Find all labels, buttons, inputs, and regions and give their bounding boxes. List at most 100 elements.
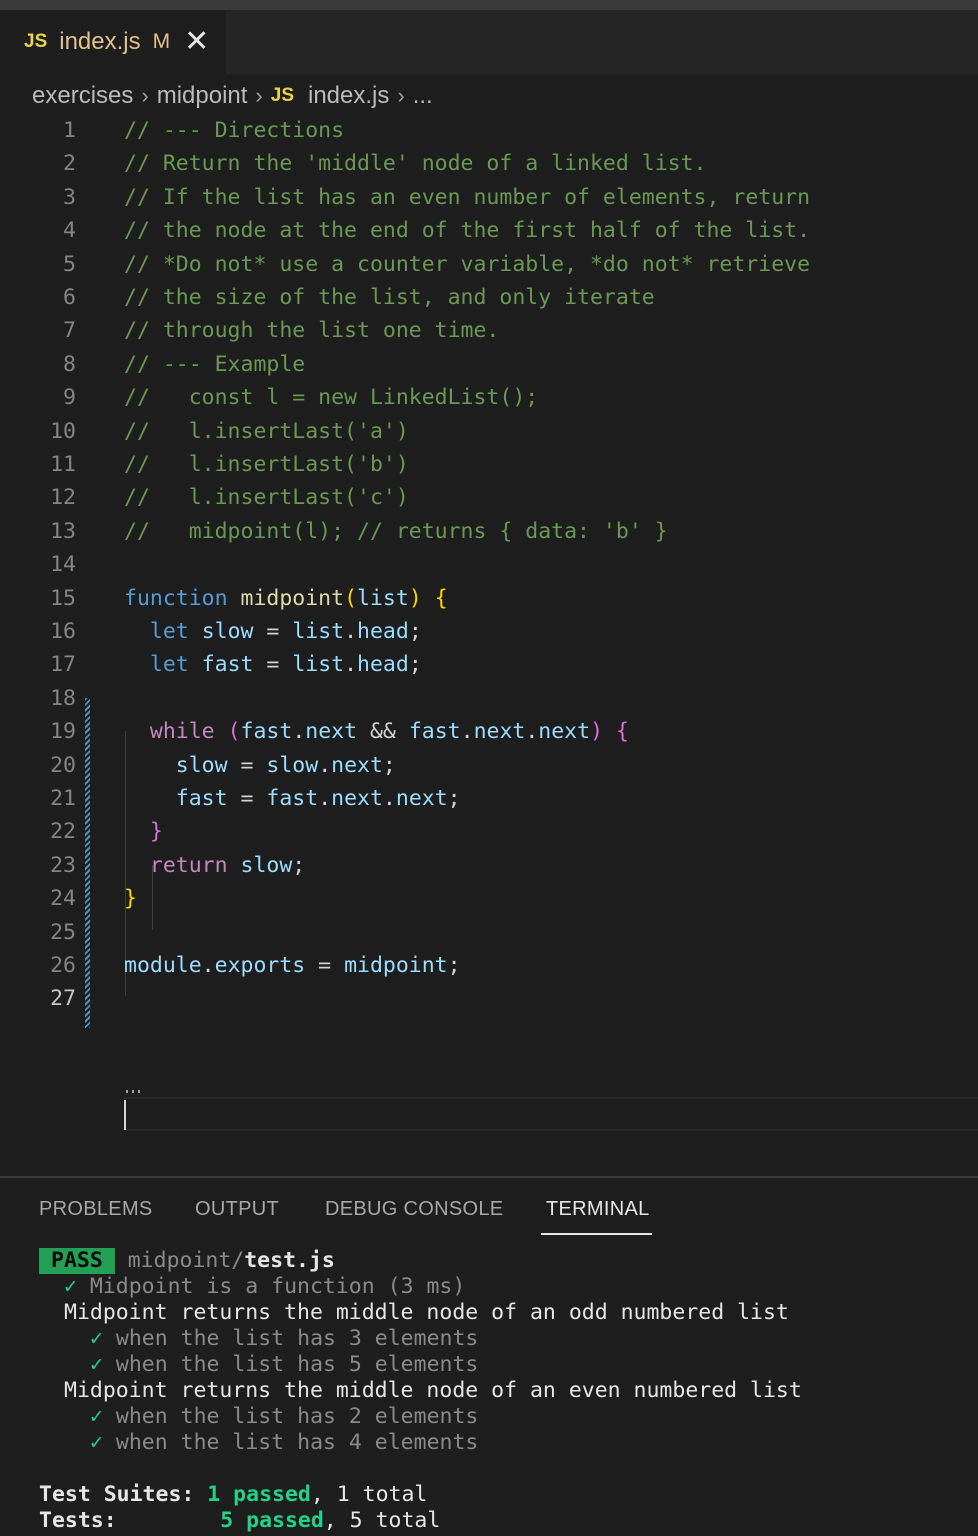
- code-line[interactable]: 16 let slow = list.head;: [0, 615, 978, 648]
- breadcrumb-item-index-js[interactable]: index.js: [308, 82, 389, 110]
- code-editor[interactable]: 1 // --- Directions 2 // Return the 'middle…: [0, 114, 978, 1176]
- code-line[interactable]: 3 // If the list has an even number of el…: [0, 181, 978, 214]
- line-number: 16: [50, 619, 76, 644]
- code-line[interactable]: 15 function midpoint(list) {: [0, 582, 978, 615]
- line-number: 17: [50, 652, 76, 678]
- code-text: }: [124, 882, 137, 915]
- code-token: let: [149, 619, 189, 644]
- code-line[interactable]: 12 // l.insertLast('c'): [0, 481, 978, 514]
- tab-problems[interactable]: PROBLEMS: [39, 1198, 153, 1221]
- tab-terminal[interactable]: TERMINAL: [546, 1198, 650, 1221]
- code-line[interactable]: 27: [0, 982, 978, 1015]
- code-token: =: [305, 953, 345, 978]
- code-line[interactable]: 13 // midpoint(l); // returns { data: 'b'…: [0, 515, 978, 548]
- line-number: 13: [50, 518, 76, 544]
- code-token: ;: [408, 652, 422, 678]
- code-token: =: [227, 786, 267, 811]
- code-line[interactable]: 17 let fast = list.head;: [0, 648, 978, 681]
- code-line[interactable]: 6 // the size of the list, and only itera…: [0, 281, 978, 314]
- code-token: slow: [266, 752, 319, 778]
- code-token: ;: [447, 953, 461, 978]
- check-icon: ✓: [90, 1326, 103, 1351]
- close-icon[interactable]: ✕: [184, 27, 209, 57]
- code-text: let slow = list.head;: [124, 615, 422, 648]
- line-number: 2: [63, 151, 76, 177]
- code-token: =: [253, 652, 293, 678]
- code-line[interactable]: 2 // Return the 'middle' node of a linked…: [0, 147, 978, 180]
- code-token: .: [318, 786, 332, 811]
- test-name: when the list has 4 elements: [115, 1430, 479, 1455]
- test-group-title: Midpoint returns the middle node of an o…: [64, 1300, 789, 1325]
- code-token: midpoint: [240, 585, 345, 611]
- test-result: ✓ when the list has 5 elements: [90, 1352, 478, 1378]
- test-group-title: Midpoint returns the middle node of an e…: [64, 1378, 802, 1403]
- code-line[interactable]: 10 // l.insertLast('a'): [0, 415, 978, 448]
- code-token: =: [227, 752, 267, 778]
- code-line[interactable]: 25: [0, 916, 978, 949]
- line-number: 4: [63, 218, 76, 244]
- line-number: 26: [50, 953, 76, 978]
- code-token: .: [201, 953, 215, 978]
- code-token: while: [149, 719, 215, 745]
- code-line[interactable]: 11 // l.insertLast('b'): [0, 448, 978, 481]
- tab-title: index.js: [59, 28, 141, 55]
- code-text: // --- Example: [124, 351, 306, 377]
- code-line[interactable]: 18: [0, 682, 978, 715]
- check-icon: ✓: [90, 1404, 103, 1429]
- tab-debug-console[interactable]: DEBUG CONSOLE: [325, 1198, 503, 1221]
- tab-index-js[interactable]: JS index.js M ✕: [0, 10, 226, 74]
- code-text: function midpoint(list) {: [124, 582, 448, 615]
- code-line[interactable]: 7 // through the list one time.: [0, 314, 978, 347]
- chevron-right-icon: ›: [141, 83, 149, 108]
- active-tab-indicator: [541, 1233, 652, 1235]
- code-token: .: [525, 719, 539, 745]
- breadcrumb-item-exercises[interactable]: exercises: [32, 82, 133, 110]
- summary-label: Test Suites:: [39, 1482, 195, 1507]
- line-number: 20: [50, 752, 76, 778]
- line-number: 14: [50, 552, 76, 578]
- code-token: fast: [175, 786, 228, 811]
- code-text: fast = fast.next.next;: [124, 782, 461, 815]
- breadcrumb-item-symbols[interactable]: ...: [413, 82, 433, 110]
- text-cursor: [124, 1100, 126, 1130]
- chevron-right-icon: ›: [255, 83, 263, 108]
- code-line[interactable]: 24}: [0, 882, 978, 915]
- code-text: let fast = list.head;: [124, 648, 422, 681]
- code-token: next: [538, 719, 591, 745]
- code-line[interactable]: 1 // --- Directions: [0, 114, 978, 147]
- code-line[interactable]: 9 // const l = new LinkedList();: [0, 381, 978, 414]
- current-line-highlight: [124, 1097, 978, 1131]
- code-text: slow = slow.next;: [124, 749, 396, 782]
- breadcrumb-item-midpoint[interactable]: midpoint: [157, 82, 248, 110]
- code-line[interactable]: 21 fast = fast.next.next;: [0, 782, 978, 815]
- code-line[interactable]: 23 return slow;: [0, 849, 978, 882]
- summary-label: Tests:: [39, 1508, 117, 1533]
- code-line[interactable]: 4 // the node at the end of the first hal…: [0, 214, 978, 247]
- code-token: let: [149, 652, 189, 678]
- code-line[interactable]: 14: [0, 548, 978, 581]
- code-token: module: [124, 953, 202, 978]
- code-line[interactable]: 8 // --- Example: [0, 348, 978, 381]
- code-line[interactable]: 5 // *Do not* use a counter variable, *do…: [0, 248, 978, 281]
- test-file-name: test.js: [244, 1248, 335, 1273]
- tab-output[interactable]: OUTPUT: [195, 1198, 279, 1221]
- code-line[interactable]: 20 slow = slow.next;: [0, 749, 978, 782]
- code-token: ;: [408, 619, 422, 644]
- code-token: =: [253, 619, 293, 644]
- code-token: exports: [214, 953, 306, 978]
- code-line[interactable]: 19 while (fast.next && fast.next.next) {: [0, 715, 978, 748]
- summary-total: , 5 total: [323, 1508, 441, 1533]
- line-number: 19: [50, 719, 76, 745]
- code-line[interactable]: 22 }: [0, 815, 978, 848]
- code-token: next: [395, 786, 448, 811]
- code-token: slow: [201, 619, 254, 644]
- code-token: next: [473, 719, 526, 745]
- code-token: slow: [175, 752, 228, 778]
- code-token: list: [357, 585, 409, 611]
- line-number: 12: [50, 485, 76, 511]
- line-number: 9: [63, 385, 76, 411]
- code-line[interactable]: 26 module.exports = midpoint;: [0, 949, 978, 982]
